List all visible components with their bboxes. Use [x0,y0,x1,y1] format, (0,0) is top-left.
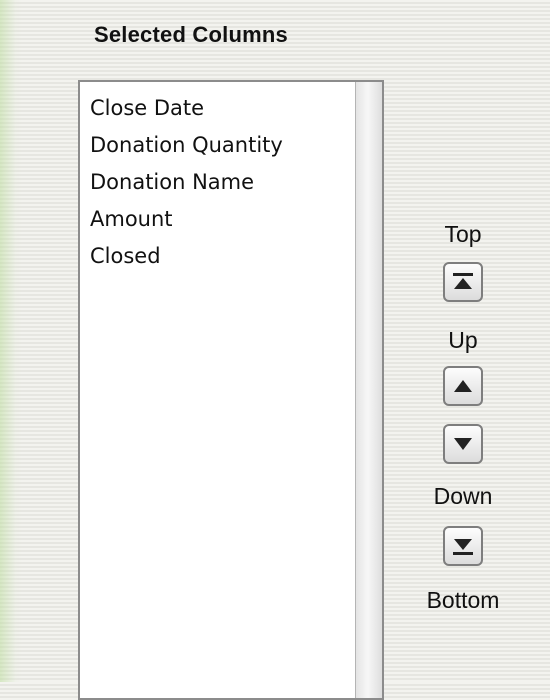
arrow-down-icon [454,438,472,450]
down-control: Down [388,482,538,510]
bottom-button-wrap [388,526,538,566]
list-item[interactable]: Close Date [90,90,283,127]
bottom-label: Bottom [426,587,500,613]
vertical-scrollbar[interactable] [355,82,382,698]
move-up-button[interactable] [443,366,483,406]
list-item[interactable]: Donation Quantity [90,127,283,164]
list-items: Close Date Donation Quantity Donation Na… [90,90,283,275]
up-label: Up [448,327,478,353]
move-to-bottom-icon [453,539,473,555]
up-control: Up [388,326,538,354]
move-to-top-icon [453,273,473,289]
bottom-control: Bottom [388,586,538,614]
move-down-button[interactable] [443,424,483,464]
top-control: Top [388,220,538,248]
selected-columns-list[interactable]: Close Date Donation Quantity Donation Na… [78,80,384,700]
top-label: Top [444,221,482,247]
list-item[interactable]: Amount [90,201,283,238]
list-item[interactable]: Closed [90,238,283,275]
list-item[interactable]: Donation Name [90,164,283,201]
top-button-wrap [388,262,538,302]
arrow-up-icon [454,380,472,392]
move-top-button[interactable] [443,262,483,302]
move-bottom-button[interactable] [443,526,483,566]
left-edge-gradient [0,0,22,682]
down-button-wrap [388,424,538,464]
down-label: Down [433,483,493,509]
section-title: Selected Columns [94,22,288,47]
up-button-wrap [388,366,538,406]
